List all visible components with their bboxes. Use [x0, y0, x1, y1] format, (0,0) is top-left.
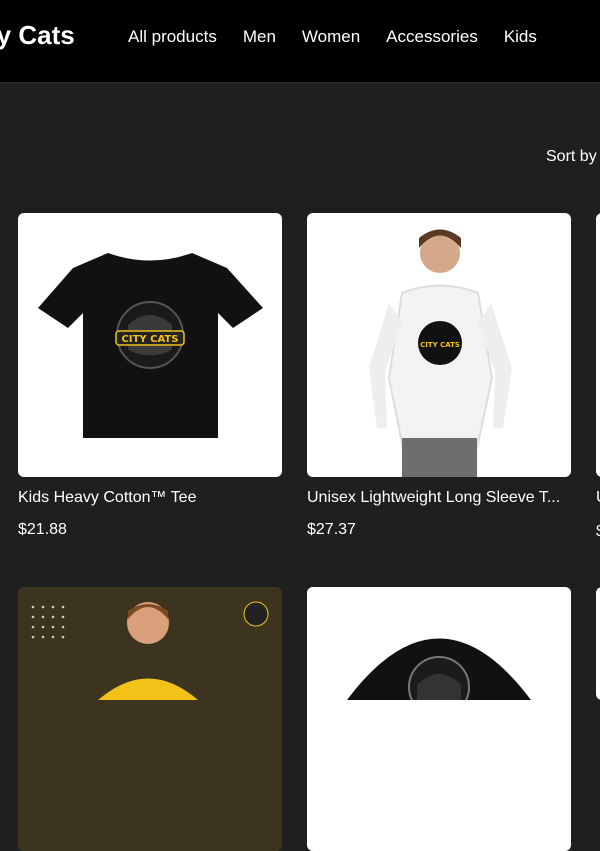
product-image-long-sleeve[interactable]: CITY CATS [307, 213, 571, 477]
sort-by-control[interactable]: Sort by [546, 148, 597, 166]
product-price-partial: $ [596, 523, 600, 541]
city-cats-logo-text: CITY CATS [122, 334, 179, 345]
product-image-cap[interactable] [307, 587, 571, 851]
main-nav: All products Men Women Accessories Kids [128, 27, 537, 47]
product-price: $27.37 [307, 521, 356, 538]
nav-kids[interactable]: Kids [504, 27, 537, 47]
black-cap-image [307, 587, 571, 700]
product-image-partial-row2[interactable] [596, 587, 600, 700]
product-card-cap[interactable] [307, 587, 571, 851]
man-yellow-shirt-image [18, 587, 282, 700]
nav-accessories[interactable]: Accessories [386, 27, 478, 47]
nav-women[interactable]: Women [302, 27, 360, 47]
product-title-partial[interactable]: U [596, 489, 600, 507]
product-title[interactable]: Unisex Lightweight Long Sleeve T... [307, 489, 571, 507]
product-price: $21.88 [18, 521, 67, 538]
site-header: ty Cats All products Men Women Accessori… [0, 0, 600, 83]
nav-men[interactable]: Men [243, 27, 276, 47]
brand-logo-text[interactable]: ty Cats [0, 20, 75, 51]
product-card-yellow-tee[interactable] [18, 587, 282, 851]
nav-all-products[interactable]: All products [128, 27, 217, 47]
city-cats-logo-text: CITY CATS [420, 341, 460, 349]
product-card-long-sleeve[interactable]: CITY CATS Unisex Lightweight Long Sleeve… [307, 213, 571, 539]
product-image-kids-tee[interactable]: CITY CATS [18, 213, 282, 477]
product-image-partial[interactable] [596, 213, 600, 477]
product-image-yellow-tee[interactable] [18, 587, 282, 851]
product-title[interactable]: Kids Heavy Cotton™ Tee [18, 489, 282, 507]
man-white-longsleeve-image: CITY CATS [369, 229, 512, 477]
black-tshirt-image: CITY CATS [38, 253, 263, 438]
product-card-kids-tee[interactable]: CITY CATS Kids Heavy Cotton™ Tee $21.88 [18, 213, 282, 539]
